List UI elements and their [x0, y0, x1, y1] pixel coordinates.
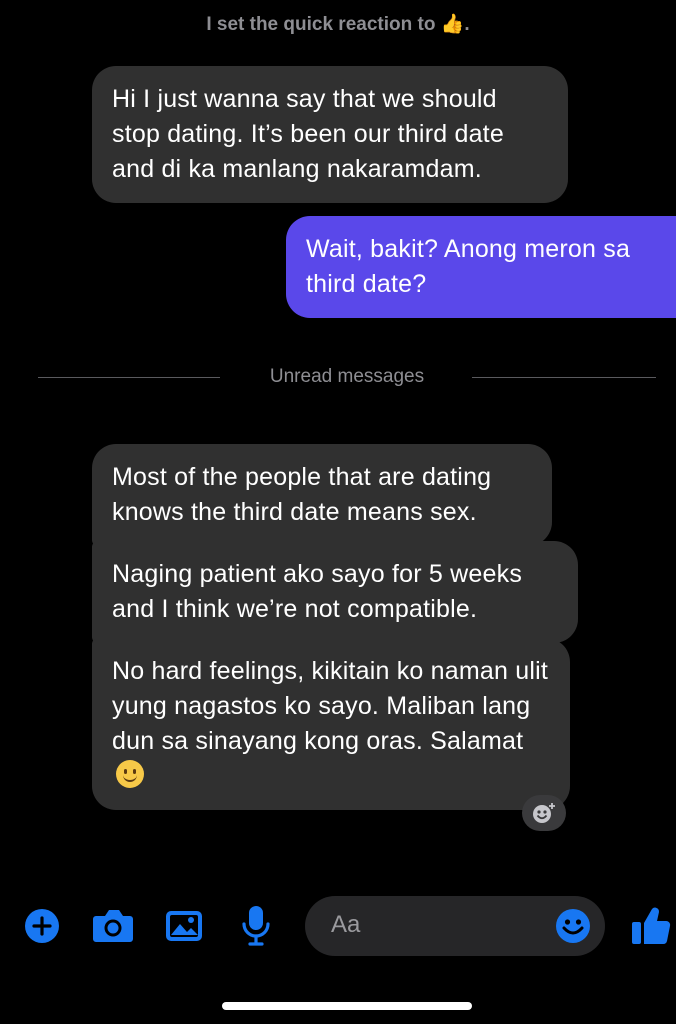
plus-icon [25, 909, 59, 943]
gallery-button[interactable] [164, 908, 204, 949]
add-reaction-icon [533, 803, 555, 823]
message-placeholder: Aa [331, 911, 361, 938]
home-indicator[interactable] [222, 1002, 472, 1010]
message-composer: Aa [0, 896, 676, 956]
camera-button[interactable] [92, 906, 134, 949]
unread-divider: Unread messages [38, 366, 656, 388]
message-text: Naging patient ako sayo for 5 weeks and … [112, 560, 523, 623]
emoji-icon [556, 909, 590, 943]
incoming-message-3[interactable]: Naging patient ako sayo for 5 weeks and … [92, 541, 578, 643]
like-button[interactable] [630, 904, 672, 953]
incoming-message-1[interactable]: Hi I just wanna say that we should stop … [92, 66, 568, 203]
incoming-message-2[interactable]: Most of the people that are dating knows… [92, 444, 552, 546]
smiling-face-emoji-icon [116, 760, 144, 788]
quick-reaction-notice: I set the quick reaction to 👍. [0, 12, 676, 36]
system-text-end: . [464, 14, 470, 35]
system-text: I set the quick reaction to [206, 14, 436, 35]
image-icon [166, 911, 202, 941]
thumbs-up-emoji-icon: 👍 [440, 14, 465, 35]
outgoing-message-1[interactable]: Wait, bakit? Anong meron sa third date? [286, 216, 676, 318]
message-text: Wait, bakit? Anong meron sa third date? [306, 235, 631, 298]
add-reaction-button[interactable] [522, 795, 566, 831]
camera-icon [93, 910, 133, 942]
message-text: No hard feelings, kikitain ko naman ulit… [112, 657, 549, 755]
mic-icon [242, 906, 270, 946]
emoji-button[interactable] [555, 908, 591, 949]
plus-button[interactable] [24, 908, 60, 949]
message-input[interactable]: Aa [305, 896, 605, 956]
like-icon [632, 907, 671, 945]
message-text: Hi I just wanna say that we should stop … [112, 85, 504, 183]
voice-button[interactable] [240, 904, 272, 953]
incoming-message-4[interactable]: No hard feelings, kikitain ko naman ulit… [92, 638, 570, 810]
divider-line-right [472, 377, 656, 378]
message-text: Most of the people that are dating knows… [112, 463, 492, 526]
